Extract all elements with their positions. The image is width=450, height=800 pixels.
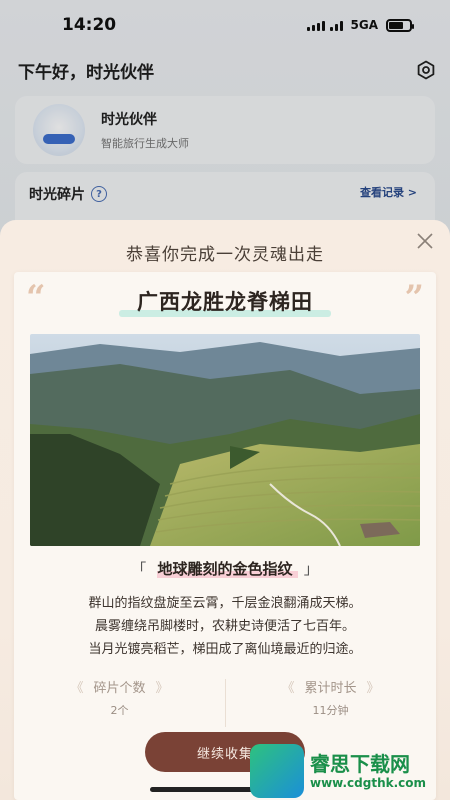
watermark-url: www.cdgthk.com xyxy=(310,776,427,790)
stat-label: 碎片个数 xyxy=(93,681,146,696)
stat-fragment-count: 《碎片个数》 2个 xyxy=(14,677,225,737)
completion-modal: 恭喜你完成一次灵魂出走 “ ” 广西龙胜龙脊梯田 「 地球雕刻的金色指纹 」 群… xyxy=(0,220,450,800)
stat-value: 2个 xyxy=(110,704,129,717)
tagline-text: 地球雕刻的金色指纹 xyxy=(157,560,293,578)
stat-value: 11分钟 xyxy=(312,704,349,717)
site-watermark: 睿思下载网 www.cdgthk.com xyxy=(250,742,450,800)
result-card: “ ” 广西龙胜龙脊梯田 「 地球雕刻的金色指纹 」 群山的指纹盘旋至云霄，千层… xyxy=(14,272,436,800)
stat-label: 累计时长 xyxy=(304,681,357,696)
modal-title: 恭喜你完成一次灵魂出走 xyxy=(126,245,324,265)
tagline-close-bracket: 」 xyxy=(303,560,319,578)
place-title: 广西龙胜龙脊梯田 xyxy=(137,289,313,314)
poem-line: 晨雾缠绕吊脚楼时，农耕史诗便活了七百年。 xyxy=(94,619,355,634)
landscape-photo xyxy=(30,334,420,546)
watermark-logo xyxy=(250,744,304,798)
poem-line: 当月光镀亮稻芒，梯田成了离仙境最近的归途。 xyxy=(88,642,362,657)
poem-line: 群山的指纹盘旋至云霄，千层金浪翻涌成天梯。 xyxy=(88,596,362,611)
tagline-open-bracket: 「 xyxy=(131,560,147,578)
stat-total-duration: 《累计时长》 11分钟 xyxy=(225,677,436,737)
stats-row: 《碎片个数》 2个 《累计时长》 11分钟 xyxy=(14,677,436,737)
poem: 群山的指纹盘旋至云霄，千层金浪翻涌成天梯。 晨雾缠绕吊脚楼时，农耕史诗便活了七百… xyxy=(14,592,436,661)
watermark-title: 睿思下载网 xyxy=(310,752,410,776)
tagline: 「 地球雕刻的金色指纹 」 xyxy=(14,558,436,579)
tagline-highlighted: 地球雕刻的金色指纹 xyxy=(157,560,298,578)
